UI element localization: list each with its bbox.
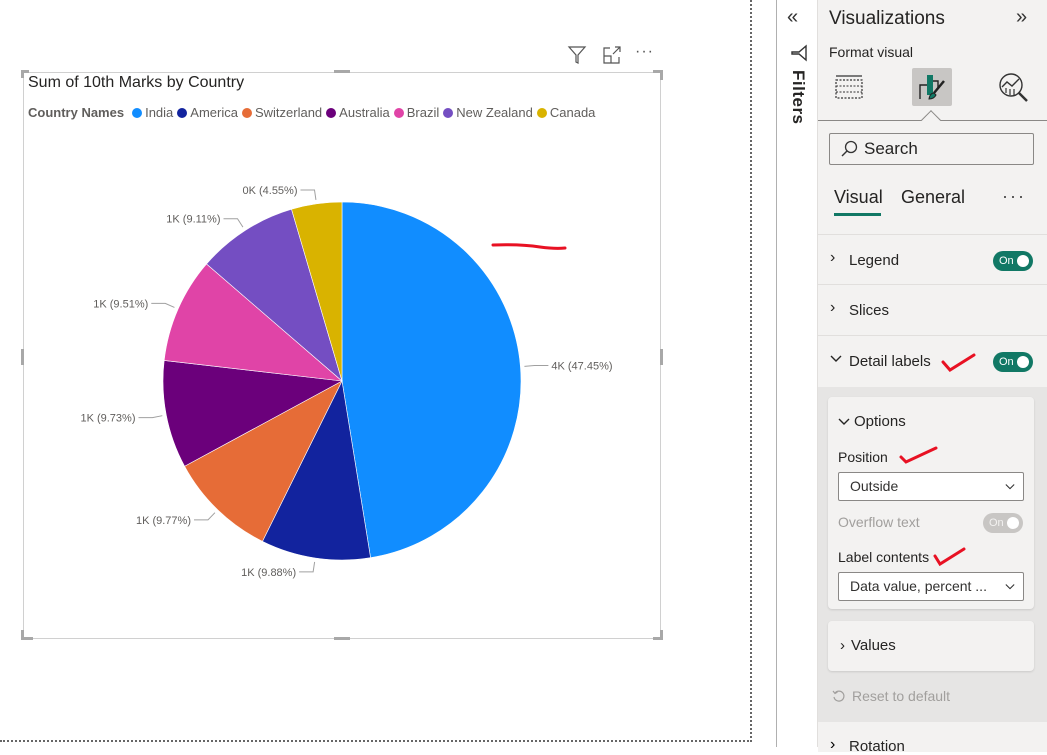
section-label: Slices (849, 302, 890, 319)
label-leader-line (300, 189, 317, 200)
analytics-tab[interactable] (994, 68, 1034, 106)
values-header: › Values (840, 637, 896, 654)
data-label: 4K (47.45%) (551, 361, 612, 373)
section-rotation[interactable]: › Rotation (818, 722, 1047, 755)
build-visual-tab[interactable] (829, 68, 869, 106)
filters-label[interactable]: Filters (788, 70, 808, 125)
fields-grid-icon (835, 75, 863, 99)
data-label: 1K (9.51%) (93, 298, 148, 310)
section-detail-labels[interactable]: Detail labels On (818, 336, 1047, 387)
data-label: 1K (9.11%) (166, 214, 220, 226)
red-underline-annotation (491, 243, 567, 250)
active-tab-indicator (834, 213, 881, 216)
search-input[interactable]: Search (829, 133, 1034, 165)
section-slices[interactable]: › Slices (818, 285, 1047, 336)
tab-visual[interactable]: Visual (834, 187, 883, 208)
data-label: 1K (9.88%) (241, 567, 296, 579)
label-leader-line (151, 302, 175, 308)
position-label: Position (838, 449, 888, 465)
data-label: 0K (4.55%) (242, 185, 297, 197)
funnel-icon[interactable] (790, 44, 808, 62)
chevron-down-icon (838, 418, 850, 426)
section-label: Detail labels (849, 353, 931, 370)
overflow-text-toggle[interactable]: On (983, 513, 1023, 533)
detail-labels-content: Options Position Outside Overflow text O… (818, 387, 1047, 727)
label-leader-line (299, 561, 316, 573)
filters-pane: « Filters (777, 0, 817, 747)
chevron-right-icon: › (830, 299, 836, 316)
paint-brush-icon (919, 75, 945, 100)
visualizations-pane: Visualizations » Format visual Search Vi… (817, 0, 1047, 755)
format-visual-heading: Format visual (829, 44, 914, 60)
legend-toggle[interactable]: On (993, 251, 1033, 271)
chevron-right-icon: › (830, 736, 836, 753)
label-leader-line (138, 415, 163, 419)
reset-icon (832, 690, 845, 702)
label-contents-label: Label contents (838, 549, 930, 565)
overflow-text-label: Overflow text (838, 514, 920, 530)
data-label: 1K (9.73%) (80, 413, 135, 425)
section-label: Legend (849, 252, 900, 269)
more-options-icon[interactable]: ··· (1002, 186, 1026, 207)
double-chevron-left-icon[interactable]: « (787, 6, 798, 29)
position-dropdown[interactable]: Outside (838, 472, 1024, 501)
format-visual-tab[interactable] (912, 68, 952, 106)
pane-title: Visualizations (829, 8, 945, 29)
search-icon (841, 140, 858, 157)
chevron-down-icon (1005, 584, 1015, 590)
reset-to-default-button[interactable]: Reset to default (832, 688, 950, 704)
label-leader-line (193, 512, 216, 521)
magnifier-chart-icon (999, 73, 1028, 102)
pie-chart: 4K (47.45%) 1K (9.88%) 1K (9.77%) 1K (9.73%… (80, 185, 612, 579)
values-card[interactable]: › Values (828, 621, 1034, 671)
label-leader-line (524, 365, 549, 367)
active-tab-caret (921, 110, 941, 130)
double-chevron-right-icon[interactable]: » (1016, 6, 1027, 29)
options-card: Options Position Outside Overflow text O… (828, 397, 1034, 609)
search-placeholder: Search (864, 139, 918, 158)
section-legend[interactable]: › Legend On (818, 234, 1047, 285)
detail-labels-toggle[interactable]: On (993, 352, 1033, 372)
chevron-right-icon: › (840, 637, 845, 654)
options-header[interactable]: Options (838, 413, 906, 430)
tab-general[interactable]: General (901, 187, 965, 208)
pie-slice-india[interactable] (341, 201, 522, 559)
chevron-down-icon (1005, 484, 1015, 490)
data-label: 1K (9.77%) (136, 515, 191, 527)
chevron-right-icon: › (830, 249, 836, 266)
label-contents-dropdown[interactable]: Data value, percent ... (838, 572, 1024, 601)
label-leader-line (223, 218, 244, 228)
chevron-down-icon (830, 352, 842, 370)
